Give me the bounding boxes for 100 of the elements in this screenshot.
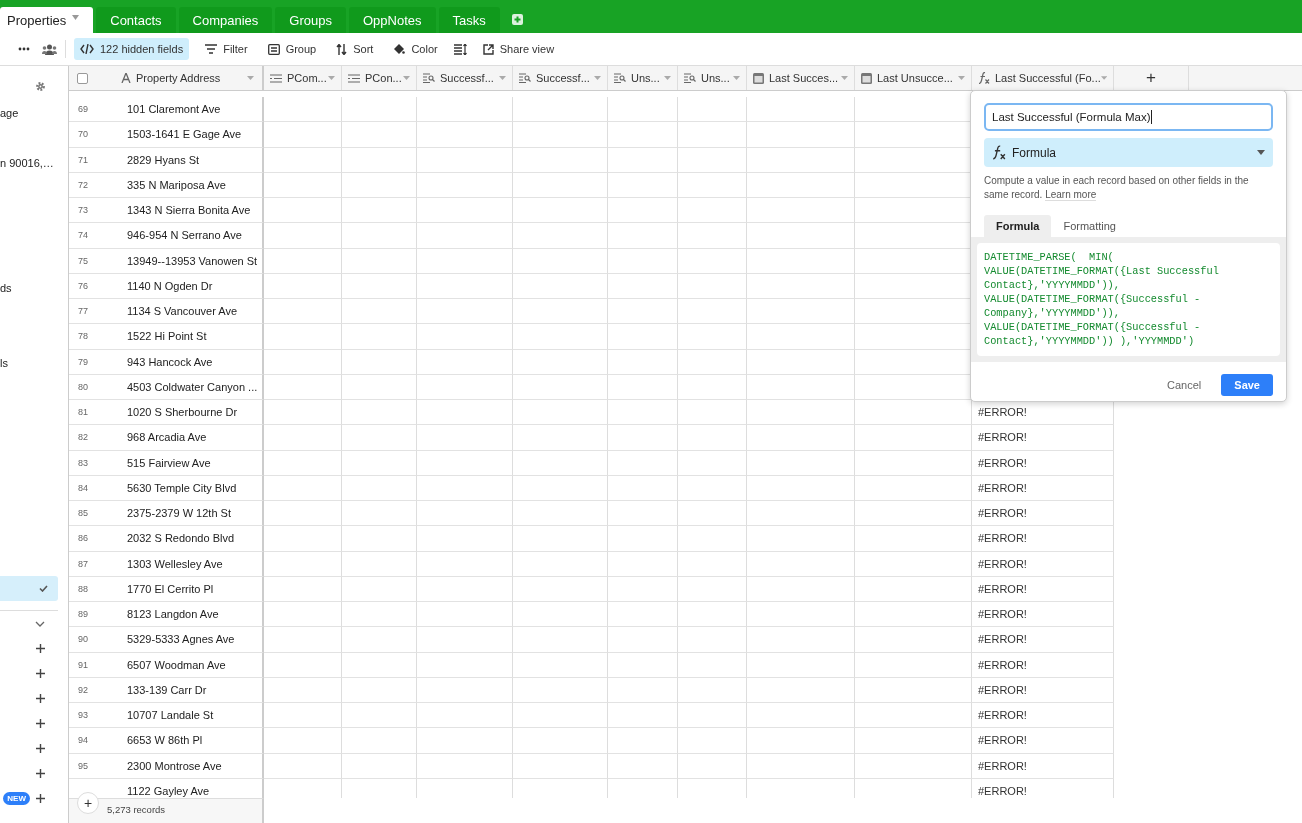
caret-icon [1257, 150, 1265, 155]
table-tab[interactable]: Groups [275, 7, 346, 33]
row-height-icon[interactable] [453, 43, 467, 55]
table-cell [608, 753, 678, 779]
table-cell: 1303 Wellesley Ave [127, 557, 223, 570]
row-number: 85 [78, 508, 88, 519]
table-cell [608, 299, 678, 325]
row-number: 84 [78, 482, 88, 493]
column-header[interactable]: Last Unsucce... [861, 72, 953, 84]
caret-icon[interactable] [247, 76, 254, 80]
table-tab[interactable]: Contacts [96, 7, 176, 33]
table-cell [608, 627, 678, 653]
row-number: 89 [78, 609, 88, 620]
add-icon[interactable] [36, 719, 45, 728]
sidebar-item[interactable]: n 90016,… [0, 156, 54, 169]
learn-more-link[interactable]: Learn more [1045, 189, 1097, 201]
editor-tab[interactable]: Formatting [1051, 215, 1128, 237]
caret-icon[interactable] [841, 76, 848, 80]
formula-editor[interactable]: DATETIME_PARSE( MIN( VALUE(DATETIME_FORMAT({Last Successful Contact},'YYYYMMDD')), VALUE(DATETIME_FORMAT({Successful - Company},'YYYYMMDD')), VALUE(DATETIME_FORMAT({Successful - Contact},'YYYYMMDD')) ),'YYYMMDD') [977, 243, 1280, 356]
field-description: Compute a value in each record based on other fields in the same record. Learn more [984, 174, 1250, 202]
caret-icon[interactable] [594, 76, 601, 80]
people-icon[interactable] [42, 43, 57, 55]
caret-icon[interactable] [664, 76, 671, 80]
formula-icon [978, 72, 990, 84]
add-icon[interactable] [36, 669, 45, 678]
new-badge: NEW [3, 792, 30, 805]
column-header[interactable]: Uns... [614, 72, 660, 84]
table-cell [608, 273, 678, 299]
column-header[interactable]: Successf... [519, 72, 590, 84]
caret-icon[interactable] [499, 76, 506, 80]
table-tab[interactable]: Companies [178, 7, 273, 33]
table-cell: 2032 S Redondo Blvd [127, 532, 235, 545]
table-cell: 5329-5333 Agnes Ave [127, 633, 235, 646]
caret-icon[interactable] [403, 76, 410, 80]
field-type-dropdown[interactable]: Formula [984, 138, 1273, 167]
row-number: 77 [78, 306, 88, 317]
table-cell: 2829 Hyans St [127, 153, 200, 166]
add-column-button[interactable]: + [1142, 69, 1160, 87]
table-cell [678, 501, 747, 527]
select-all-checkbox[interactable] [77, 72, 88, 84]
table-cell [608, 324, 678, 350]
table-cell [608, 400, 678, 426]
column-header[interactable]: PCom... [270, 72, 327, 84]
add-icon[interactable] [36, 794, 45, 803]
caret-icon[interactable] [1100, 76, 1107, 80]
add-icon[interactable] [36, 744, 45, 753]
sidebar-item[interactable]: ls [0, 356, 8, 369]
table-cell [678, 753, 747, 779]
caret-icon[interactable] [328, 76, 335, 80]
table-cell [678, 299, 747, 325]
row-number: 81 [78, 407, 88, 418]
table-tab[interactable]: OppNotes [348, 7, 436, 33]
column-header[interactable]: Last Successful (Fo... [978, 72, 1101, 84]
add-icon[interactable] [36, 769, 45, 778]
table-cell [608, 677, 678, 703]
table-cell [678, 223, 747, 249]
hidden-button[interactable]: 122 hidden fields [74, 38, 190, 60]
sort-button[interactable]: Sort [332, 38, 378, 60]
table-cell: 968 Arcadia Ave [127, 431, 207, 444]
add-icon[interactable] [36, 644, 45, 653]
check-icon [39, 585, 48, 592]
add-table-icon[interactable] [511, 14, 523, 25]
column-header[interactable]: Property Address [121, 72, 221, 84]
field-name-input[interactable]: Last Successful (Formula Max) [984, 103, 1273, 131]
editor-tab[interactable]: Formula [984, 215, 1052, 237]
column-header[interactable]: Last Succes... [753, 72, 839, 84]
column-header[interactable]: PCon... [348, 72, 402, 84]
chevron-down-icon[interactable] [35, 620, 45, 627]
table-cell: 101 Claremont Ave [127, 103, 221, 116]
calendar-icon [753, 72, 764, 84]
column-header[interactable]: Successf... [423, 72, 494, 84]
sidebar-item[interactable]: ds [0, 281, 12, 294]
table-cell: 133-139 Carr Dr [127, 683, 207, 696]
add-icon[interactable] [36, 694, 45, 703]
group-button[interactable]: Group [263, 38, 321, 60]
color-button[interactable]: Color [389, 38, 442, 60]
sidebar-item[interactable]: age [0, 106, 19, 119]
table-tab[interactable]: Tasks [438, 7, 500, 33]
paint-bucket-icon [393, 43, 406, 55]
table-cell [678, 374, 747, 400]
save-button[interactable]: Save [1221, 374, 1273, 396]
caret-icon[interactable] [733, 76, 740, 80]
add-record-button[interactable]: + [77, 792, 99, 814]
more-icon[interactable] [18, 47, 30, 51]
caret-icon[interactable] [958, 76, 965, 80]
share-button[interactable]: Share view [478, 38, 559, 60]
row-number: 92 [78, 684, 88, 695]
table-cell: 6653 W 86th Pl [127, 734, 203, 747]
cancel-button[interactable]: Cancel [1161, 378, 1208, 392]
column-header[interactable]: Uns... [684, 72, 730, 84]
table-cell [678, 526, 747, 552]
table-cell: #ERROR! [972, 425, 1114, 451]
table-cell [608, 501, 678, 527]
table-tab[interactable]: Properties [0, 7, 94, 33]
filter-button[interactable]: Filter [201, 38, 252, 60]
lookup-icon [423, 73, 435, 83]
table-cell [608, 450, 678, 476]
row-number: 83 [78, 457, 88, 468]
lookup-icon [519, 73, 531, 83]
settings-icon[interactable] [35, 81, 46, 92]
